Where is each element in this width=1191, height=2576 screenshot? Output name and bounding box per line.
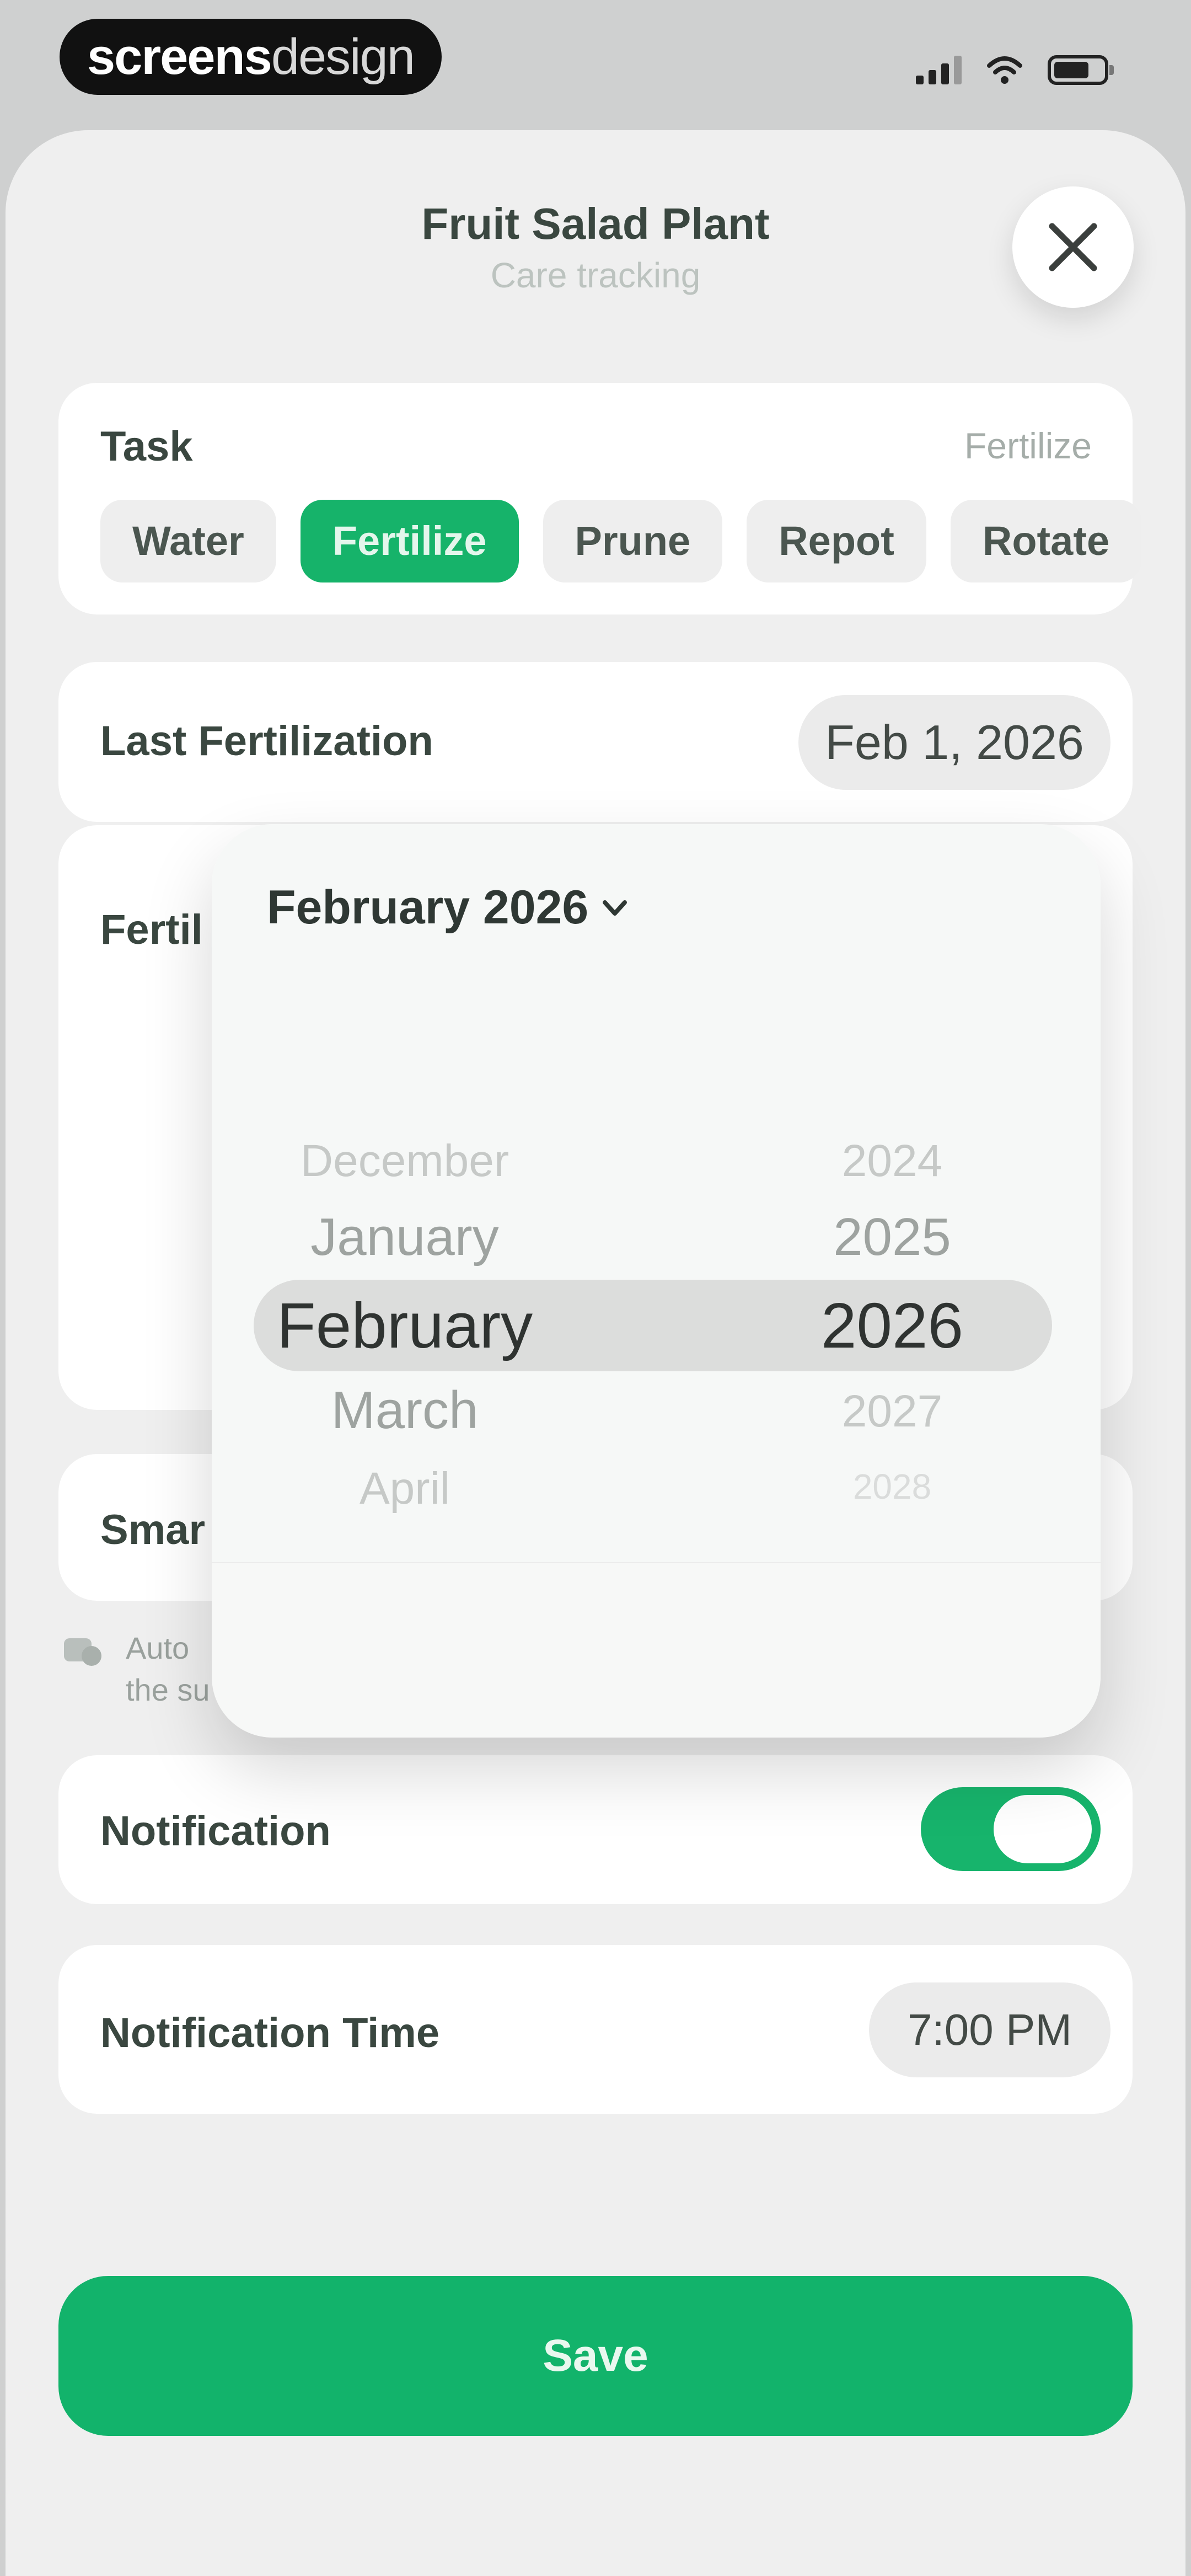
- last-fertilization-label: Last Fertilization: [100, 718, 433, 765]
- close-button[interactable]: [1012, 186, 1134, 308]
- year-option[interactable]: 2024: [727, 1135, 1058, 1187]
- page-subtitle: Care tracking: [490, 255, 701, 295]
- last-fertilization-date-button[interactable]: Feb 1, 2026: [798, 695, 1110, 790]
- notification-time-button[interactable]: 7:00 PM: [869, 1982, 1110, 2077]
- last-fertilization-card: Last Fertilization Feb 1, 2026: [58, 662, 1133, 822]
- save-button[interactable]: Save: [58, 2276, 1133, 2436]
- chevron-down-icon: [599, 892, 630, 923]
- notification-label: Notification: [100, 1808, 331, 1854]
- task-card: Task Fertilize Water Fertilize Prune Rep…: [58, 383, 1142, 614]
- status-bar: screensdesign: [0, 0, 1191, 127]
- month-option[interactable]: March: [212, 1380, 598, 1441]
- smart-label: Smar: [100, 1506, 206, 1553]
- wifi-icon: [987, 56, 1022, 84]
- task-selected-value: Fertilize: [964, 425, 1092, 466]
- task-label: Task: [100, 423, 193, 470]
- notification-time-card: Notification Time 7:00 PM: [58, 1945, 1133, 2114]
- month-option[interactable]: December: [212, 1135, 598, 1187]
- chip-water[interactable]: Water: [100, 500, 276, 582]
- battery-icon: [1048, 55, 1114, 85]
- year-option-selected[interactable]: 2026: [727, 1289, 1058, 1362]
- signal-icon: [916, 56, 962, 84]
- close-icon: [1049, 223, 1097, 271]
- plant-info-icon: [64, 1638, 101, 1666]
- year-option[interactable]: 2028: [727, 1466, 1058, 1507]
- notification-toggle[interactable]: [921, 1787, 1101, 1871]
- picker-header-label: February 2026: [267, 881, 589, 934]
- year-option[interactable]: 2027: [727, 1386, 1058, 1437]
- year-option[interactable]: 2025: [727, 1207, 1058, 1268]
- picker-footer: [212, 1562, 1101, 1738]
- notification-time-label: Notification Time: [100, 2010, 440, 2056]
- chip-prune[interactable]: Prune: [543, 500, 723, 582]
- chip-repot[interactable]: Repot: [747, 500, 926, 582]
- month-option[interactable]: January: [212, 1207, 598, 1268]
- brand-logo: screensdesign: [60, 19, 442, 95]
- month-option[interactable]: April: [212, 1463, 598, 1515]
- month-year-selector[interactable]: February 2026: [267, 880, 630, 935]
- fertilize-interval-label: Fertil: [100, 906, 203, 953]
- date-picker-popover: February 2026 December 2024 January 2025…: [212, 824, 1101, 1738]
- status-icons: [916, 51, 1114, 89]
- task-chip-group: Water Fertilize Prune Repot Rotate: [100, 500, 1142, 582]
- chip-fertilize[interactable]: Fertilize: [300, 500, 519, 582]
- month-option-selected[interactable]: February: [212, 1289, 598, 1362]
- chip-rotate[interactable]: Rotate: [950, 500, 1142, 582]
- toggle-knob: [994, 1795, 1092, 1863]
